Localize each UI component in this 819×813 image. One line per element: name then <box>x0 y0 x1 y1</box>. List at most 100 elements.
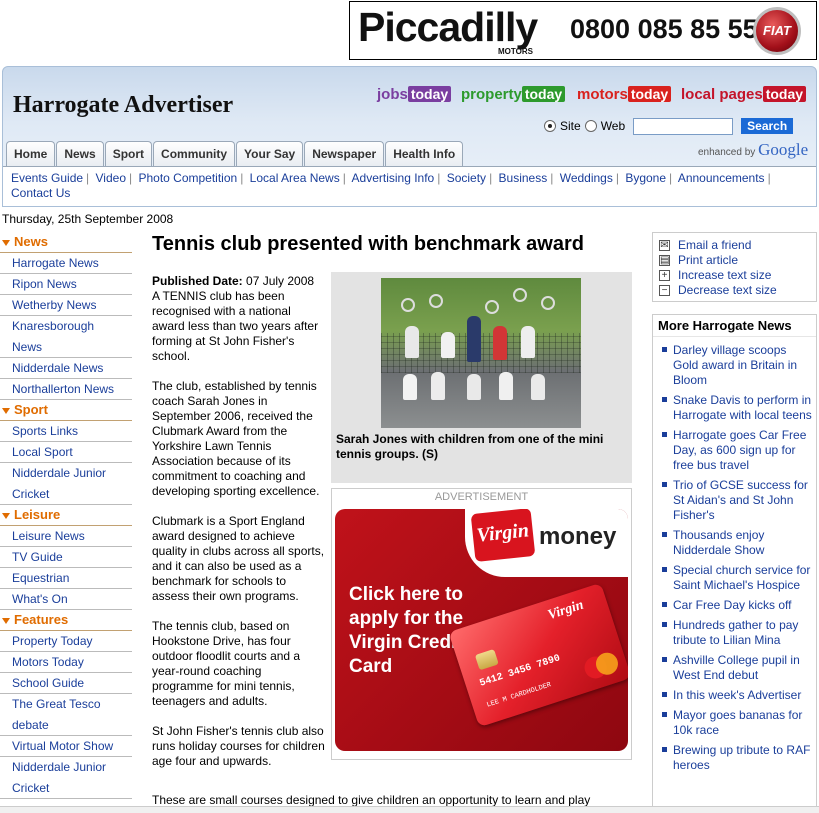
list-item[interactable]: Ashville College pupil in West End debut <box>661 653 813 683</box>
fiat-badge-icon: FIAT <box>753 7 801 55</box>
tab-home[interactable]: Home <box>6 141 56 166</box>
nav-item-nidderdale-news[interactable]: Nidderdale News <box>0 358 132 379</box>
site-radio[interactable] <box>544 120 556 132</box>
nav-item-sports-links[interactable]: Sports Links <box>0 421 132 442</box>
subnav-advertising-info[interactable]: Advertising Info <box>352 171 435 185</box>
nav-item-knaresborough-news-cont[interactable]: News <box>0 337 132 358</box>
card-chip-icon <box>474 648 499 671</box>
published-label: Published Date: <box>152 274 243 288</box>
nav-item-nidderdale-junior-cricket-cont[interactable]: Cricket <box>0 484 132 505</box>
nav-item-property-today[interactable]: Property Today <box>0 631 132 652</box>
article-tools: ✉ Email a friend ▤ Print article + Increase… <box>652 232 817 302</box>
ad-brand: Piccadilly <box>358 4 538 50</box>
email-friend-link[interactable]: ✉ Email a friend <box>659 238 816 253</box>
list-item[interactable]: Trio of GCSE success for St Aidan's and … <box>661 478 813 523</box>
nav-item-nidderdale-junior-cricket-2[interactable]: Nidderdale Junior <box>0 757 132 778</box>
nav-item-great-tesco-debate-cont[interactable]: debate <box>0 715 132 736</box>
list-item[interactable]: Car Free Day kicks off <box>661 598 813 613</box>
print-icon: ▤ <box>659 255 670 266</box>
motors-today-logo[interactable]: motors today <box>577 86 672 103</box>
nav-item-northallerton-news[interactable]: Northallerton News <box>0 379 132 400</box>
nav-item-nidderdale-junior-cricket[interactable]: Nidderdale Junior <box>0 463 132 484</box>
tennis-group-photo[interactable] <box>381 278 581 428</box>
subnav-bygone[interactable]: Bygone <box>625 171 666 185</box>
sub-navigation: Events Guide | Video | Photo Competition | … <box>3 166 816 206</box>
published-line: Published Date: 07 July 2008 <box>152 274 325 289</box>
tab-community[interactable]: Community <box>153 141 236 166</box>
nav-item-harrogate-news[interactable]: Harrogate News <box>0 253 132 274</box>
nav-item-nidderdale-junior-cricket-2-cont[interactable]: Cricket <box>0 778 132 799</box>
nav-item-virtual-motor-show[interactable]: Virtual Motor Show <box>0 736 132 757</box>
nav-section-features[interactable]: Features <box>0 610 132 631</box>
nav-item-whats-on[interactable]: What's On <box>0 589 132 610</box>
arrow-down-icon <box>2 407 10 414</box>
article-headline: Tennis club presented with benchmark awa… <box>152 233 584 255</box>
subnav-local-area-news[interactable]: Local Area News <box>250 171 340 185</box>
print-article-link[interactable]: ▤ Print article <box>659 253 816 268</box>
local-pages-today-logo[interactable]: local pages today <box>681 86 807 103</box>
list-item[interactable]: Snake Davis to perform in Harrogate with… <box>661 393 813 423</box>
subnav-contact-us[interactable]: Contact Us <box>11 186 70 200</box>
subnav-events-guide[interactable]: Events Guide <box>11 171 83 185</box>
article-paragraph: The tennis club, based on Hookstone Driv… <box>152 619 301 708</box>
list-item[interactable]: Darley village scoops Gold award in Brit… <box>661 343 813 388</box>
nav-item-tv-guide[interactable]: TV Guide <box>0 547 132 568</box>
ad-money-text: money <box>539 523 617 550</box>
nav-item-leisure-news[interactable]: Leisure News <box>0 526 132 547</box>
subnav-weddings[interactable]: Weddings <box>560 171 613 185</box>
nav-item-ripon-news[interactable]: Ripon News <box>0 274 132 295</box>
piccadilly-banner-ad[interactable]: Piccadilly MOTORS 0800 085 85 55 FIAT <box>349 1 817 60</box>
search-button[interactable]: Search <box>741 118 794 134</box>
left-navigation: News Harrogate News Ripon News Wetherby … <box>0 232 132 799</box>
web-radio[interactable] <box>584 120 597 132</box>
arrow-down-icon <box>2 617 10 624</box>
subnav-video[interactable]: Video <box>96 171 126 185</box>
article-paragraph: A TENNIS club has been recognised with a… <box>152 289 319 363</box>
list-item[interactable]: Thousands enjoy Nidderdale Show <box>661 528 813 558</box>
tab-news[interactable]: News <box>56 141 104 166</box>
search-input[interactable] <box>633 117 734 135</box>
plus-icon: + <box>659 270 670 281</box>
main-tabs: Home News Sport Community Your Say Newsp… <box>6 140 464 166</box>
list-item[interactable]: Harrogate goes Car Free Day, as 600 sign… <box>661 428 813 473</box>
subnav-announcements[interactable]: Announcements <box>678 171 765 185</box>
nav-section-leisure[interactable]: Leisure <box>0 505 132 526</box>
nav-item-great-tesco-debate[interactable]: The Great Tesco <box>0 694 132 715</box>
card-brand: Virgin <box>546 597 586 624</box>
nav-item-school-guide[interactable]: School Guide <box>0 673 132 694</box>
arrow-down-icon <box>2 512 10 519</box>
more-news-list: Darley village scoops Gold award in Brit… <box>653 337 816 773</box>
list-item[interactable]: Hundreds gather to pay tribute to Lilian… <box>661 618 813 648</box>
article-paragraph: Clubmark is a Sport England award design… <box>152 514 325 603</box>
ad-creative[interactable]: Virgin money Click here to apply for the… <box>335 509 628 751</box>
tab-newspaper[interactable]: Newspaper <box>304 141 385 166</box>
google-logo: Google <box>758 140 809 159</box>
nav-section-sport[interactable]: Sport <box>0 400 132 421</box>
nav-item-wetherby-news[interactable]: Wetherby News <box>0 295 132 316</box>
subnav-photo-competition[interactable]: Photo Competition <box>138 171 237 185</box>
nav-item-local-sport[interactable]: Local Sport <box>0 442 132 463</box>
site-title[interactable]: Harrogate Advertiser <box>13 92 233 119</box>
subnav-business[interactable]: Business <box>499 171 548 185</box>
more-news-title: More Harrogate News <box>653 315 816 337</box>
list-item[interactable]: In this week's Advertiser <box>661 688 813 703</box>
virgin-money-ad[interactable]: ADVERTISEMENT Virgin money Click here to… <box>331 488 632 760</box>
tab-sport[interactable]: Sport <box>104 141 153 166</box>
nav-item-motors-today[interactable]: Motors Today <box>0 652 132 673</box>
nav-section-news[interactable]: News <box>0 232 132 253</box>
increase-text-link[interactable]: + Increase text size <box>659 268 816 283</box>
subnav-society[interactable]: Society <box>447 171 486 185</box>
list-item[interactable]: Mayor goes bananas for 10k race <box>661 708 813 738</box>
list-item[interactable]: Brewing up tribute to RAF heroes <box>661 743 813 773</box>
site-header: Harrogate Advertiser jobs today property t… <box>2 66 817 207</box>
list-item[interactable]: Special church service for Saint Michael… <box>661 563 813 593</box>
property-today-logo[interactable]: property today <box>461 86 566 103</box>
nav-item-equestrian[interactable]: Equestrian <box>0 568 132 589</box>
nav-item-knaresborough-news[interactable]: Knaresborough <box>0 316 132 337</box>
enhanced-by-google: enhanced by Google <box>698 140 809 159</box>
tab-health-info[interactable]: Health Info <box>385 141 464 166</box>
browser-bottom-edge <box>0 806 819 813</box>
decrease-text-link[interactable]: − Decrease text size <box>659 283 816 298</box>
jobs-today-logo[interactable]: jobs today <box>377 86 452 103</box>
tab-your-say[interactable]: Your Say <box>236 141 304 166</box>
